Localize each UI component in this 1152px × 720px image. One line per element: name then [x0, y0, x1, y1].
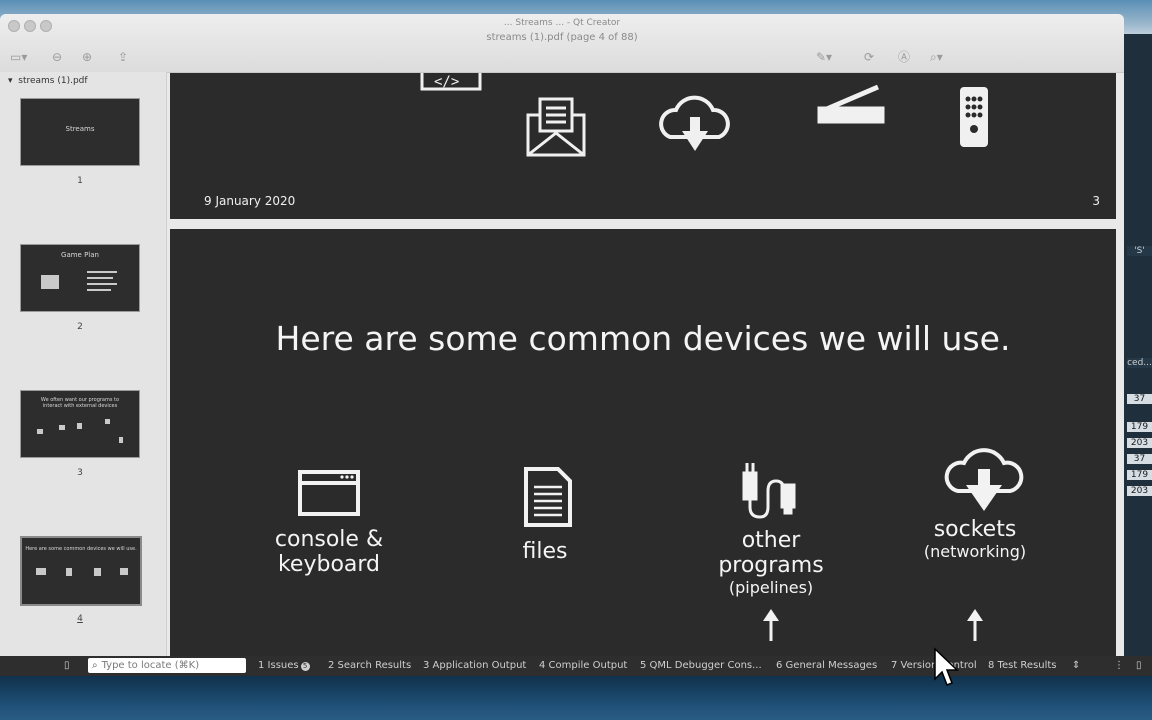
markup-pen-icon[interactable]: ✎▾: [816, 51, 832, 63]
cable-plug-icon: [742, 463, 796, 519]
strip-value: 37: [1127, 454, 1152, 464]
thumbnail-page-number: 2: [77, 322, 83, 332]
strip-value: ced...: [1127, 358, 1152, 368]
strip-value: 'S': [1127, 246, 1152, 256]
device-label-line: other: [741, 528, 801, 553]
page-date: 9 January 2020: [204, 194, 296, 208]
thumbnail-text-line: [87, 271, 117, 273]
thumbnail-text-line: [87, 277, 113, 279]
pdf-viewer-window: ... Streams ... - Qt Creator streams (1)…: [0, 14, 1124, 656]
tab-test-results[interactable]: 8 Test Results: [988, 660, 1057, 671]
share-icon[interactable]: ⇪: [118, 51, 128, 63]
device-label-line: programs: [718, 553, 824, 578]
sidebar-file-header[interactable]: ▾ streams (1).pdf: [8, 76, 88, 86]
tab-issues[interactable]: 1 Issues 5: [258, 660, 310, 671]
code-window-icon: </>: [420, 73, 482, 91]
tab-compile-output[interactable]: 4 Compile Output: [539, 660, 627, 671]
thumbnail-icon: [77, 423, 82, 429]
tab-qml-debugger-console[interactable]: 5 QML Debugger Cons...: [640, 660, 762, 671]
thumbnail-title: We often want our programs to interact w…: [40, 397, 120, 409]
more-tabs-icon[interactable]: ⇕: [1072, 660, 1080, 671]
thumbnail-icon: [119, 437, 123, 443]
thumbnail-title: Game Plan: [61, 251, 99, 259]
strip-value: 179: [1127, 470, 1152, 480]
thumbnail-page-number: 4: [77, 614, 83, 624]
search-icon: ⌕: [92, 660, 98, 671]
issues-count-badge: 5: [300, 662, 310, 671]
device-label-programs: other programs: [696, 528, 846, 578]
device-label-line: keyboard: [277, 552, 381, 577]
thumbnail-icon: [120, 568, 128, 575]
strip-value: 37: [1127, 394, 1152, 404]
thumbnail-figure: [41, 275, 59, 289]
device-icons: [298, 448, 1024, 641]
mail-letter-icon: [526, 97, 586, 157]
sidebar-file-name: streams (1).pdf: [18, 76, 88, 86]
tab-application-output[interactable]: 3 Application Output: [423, 660, 526, 671]
router-device-icon: [817, 84, 885, 124]
device-sublabel-sockets: (networking): [923, 542, 1027, 561]
device-label-line: console &: [274, 527, 384, 552]
thumbnail-page-2[interactable]: Game Plan: [20, 244, 140, 312]
page-3-illustration: </>: [420, 73, 988, 157]
pdf-page-4: Here are some common devices we will use…: [170, 229, 1116, 656]
strip-value: 203: [1127, 438, 1152, 448]
search-icon[interactable]: ⌕▾: [930, 51, 943, 63]
locator-placeholder: Type to locate (⌘K): [101, 660, 200, 671]
up-arrow-icon: [763, 609, 983, 641]
remote-control-icon: [960, 87, 988, 147]
strip-value: 203: [1127, 486, 1152, 496]
device-label-files: files: [470, 539, 620, 564]
sidebar-toggle-icon[interactable]: ▭▾: [10, 51, 27, 63]
document-title: streams (1).pdf (page 4 of 88): [486, 32, 638, 43]
console-window-icon: [298, 470, 360, 516]
device-label-console: console & keyboard: [254, 527, 404, 577]
thumbnail-icon: [94, 568, 101, 576]
cloud-download-icon: [659, 95, 730, 151]
thumbnail-title: Streams: [65, 125, 95, 133]
tab-general-messages[interactable]: 6 General Messages: [776, 660, 877, 671]
thumbnail-icon: [66, 568, 72, 576]
thumbnail-text-line: [87, 283, 117, 285]
locator-input[interactable]: ⌕ Type to locate (⌘K): [88, 658, 246, 673]
thumbnail-icon: [59, 425, 65, 430]
zoom-out-icon[interactable]: ⊖: [52, 51, 62, 63]
annotate-icon[interactable]: Ⓐ: [898, 51, 910, 63]
thumbnail-page-4[interactable]: Here are some common devices we will use…: [20, 536, 142, 606]
title-bar: ... Streams ... - Qt Creator streams (1)…: [0, 14, 1124, 73]
thumbnail-icon: [37, 429, 43, 434]
page-number: 3: [1092, 194, 1100, 208]
thumbnail-page-number: 3: [77, 468, 83, 478]
thumbnail-title: Here are some common devices we will use…: [25, 546, 137, 552]
svg-text:</>: </>: [434, 74, 459, 90]
app-title: ... Streams ... - Qt Creator: [503, 18, 621, 28]
rotate-icon[interactable]: ⟳: [864, 51, 874, 63]
thumbnail-text-line: [87, 289, 111, 291]
cloud-download-icon: [944, 448, 1024, 511]
thumbnail-page-1[interactable]: Streams: [20, 98, 140, 166]
desktop-background-bottom: [0, 676, 1152, 720]
file-document-icon: [524, 467, 572, 527]
thumbnail-icon: [105, 419, 110, 424]
device-label-line: sockets: [933, 517, 1017, 542]
zoom-in-icon[interactable]: ⊕: [82, 51, 92, 63]
pdf-page-3: </> 9 January 2020 3: [170, 73, 1116, 219]
device-sublabel-programs: (pipelines): [728, 578, 814, 597]
tab-search-results[interactable]: 2 Search Results: [328, 660, 411, 671]
mouse-pointer-icon: [934, 647, 959, 686]
device-label-sockets: sockets: [900, 517, 1050, 542]
thumbnail-page-3[interactable]: We often want our programs to interact w…: [20, 390, 140, 458]
thumbnail-icon: [36, 568, 46, 575]
background-window-strip: 'S' ced... 37 179 203 37 179 203: [1124, 34, 1152, 658]
thumbnail-sidebar: ▾ streams (1).pdf Streams 1 Game Plan 2 …: [0, 72, 167, 656]
thumbnail-page-number: 1: [77, 176, 83, 186]
split-icon[interactable]: ⋮: [1114, 660, 1124, 671]
device-label-line: files: [522, 539, 568, 564]
tab-label: 1 Issues: [258, 660, 299, 671]
sidebar-toggle-icon[interactable]: ▯: [64, 660, 70, 671]
output-pane-bar: ▯ ⌕ Type to locate (⌘K) 1 Issues 5 2 Searc…: [0, 656, 1152, 676]
expand-pane-icon[interactable]: ▯: [1136, 660, 1142, 671]
strip-value: 179: [1127, 422, 1152, 432]
